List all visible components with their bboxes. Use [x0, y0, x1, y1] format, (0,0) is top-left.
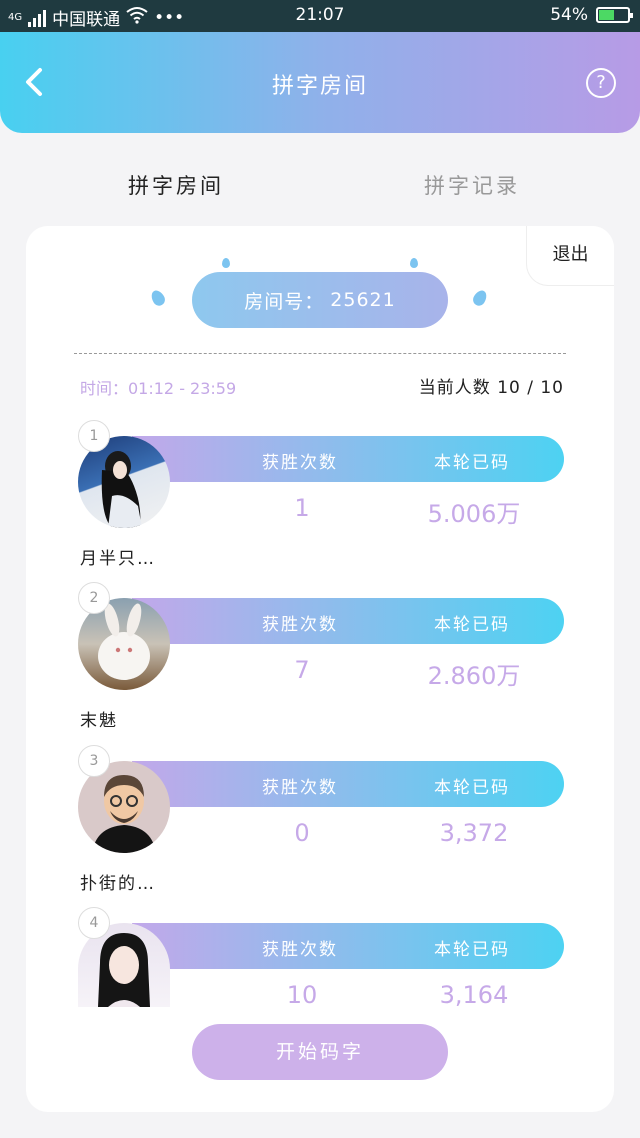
wins-header: 获胜次数: [262, 615, 338, 635]
rank-badge: 2: [78, 582, 110, 614]
player-stats-bar: 获胜次数 本轮已码: [132, 436, 564, 482]
exit-button[interactable]: 退出: [526, 226, 614, 286]
room-number-label: 房间号：: [244, 290, 325, 313]
wins-value: 10: [286, 981, 318, 1009]
header: 拼字房间 ?: [0, 32, 640, 133]
start-typing-button[interactable]: 开始码字: [192, 1024, 448, 1080]
code-header: 本轮已码: [434, 453, 510, 473]
rank-badge: 3: [78, 745, 110, 777]
battery-icon: [596, 7, 633, 23]
wins-value: 1: [294, 494, 310, 522]
player-count: 当前人数 10 / 10: [418, 378, 564, 398]
player-name: 末魅: [80, 711, 118, 731]
code-value: 3,164: [439, 981, 509, 1009]
player-name: 扑街的…: [80, 874, 156, 894]
clock: 21:07: [295, 5, 345, 25]
player-row: 获胜次数 本轮已码 4 10 3,164: [76, 907, 566, 1013]
wins-header: 获胜次数: [262, 453, 338, 473]
droplet-decoration: [148, 288, 168, 308]
divider: [74, 353, 566, 354]
rank-badge: 1: [78, 420, 110, 452]
player-row: 获胜次数 本轮已码 3 0 3,372 扑街的…: [76, 745, 566, 921]
wins-value: 7: [294, 656, 310, 684]
player-stats-bar: 获胜次数 本轮已码: [132, 598, 564, 644]
player-name: 月半只…: [80, 549, 156, 569]
battery-percent: 54%: [550, 5, 588, 25]
player-row: 获胜次数 本轮已码 1 1 5.006万 月半只…: [76, 420, 566, 596]
droplet-decoration: [410, 258, 418, 268]
room-card: 退出 房间号： 25621 时间：01:12 - 23:59 当前人数 10 /…: [26, 226, 614, 1112]
time-range: 时间：01:12 - 23:59: [80, 379, 237, 398]
droplet-decoration: [470, 288, 490, 308]
tab-room[interactable]: 拼字房间: [128, 170, 224, 200]
rank-badge: 4: [78, 907, 110, 939]
droplet-decoration: [222, 258, 230, 268]
wins-header: 获胜次数: [262, 940, 338, 960]
help-button[interactable]: ?: [586, 68, 616, 98]
code-value: 5.006万: [427, 500, 521, 528]
wins-value: 0: [294, 819, 310, 847]
wins-header: 获胜次数: [262, 778, 338, 798]
code-value: 3,372: [439, 819, 509, 847]
tab-record[interactable]: 拼字记录: [424, 170, 520, 200]
player-row: 获胜次数 本轮已码 2 7 2.860万 末魅: [76, 582, 566, 758]
room-number-badge: 房间号： 25621: [192, 272, 448, 328]
room-number: 25621: [330, 289, 396, 311]
battery-level: [599, 10, 614, 20]
player-stats-bar: 获胜次数 本轮已码: [132, 923, 564, 969]
code-header: 本轮已码: [434, 778, 510, 798]
status-right: 54%: [550, 5, 633, 25]
status-bar: 4G 中国联通 ••• 21:07 54%: [0, 0, 640, 32]
code-value: 2.860万: [427, 662, 521, 690]
player-stats-bar: 获胜次数 本轮已码: [132, 761, 564, 807]
code-header: 本轮已码: [434, 940, 510, 960]
page-title: 拼字房间: [271, 74, 368, 99]
code-header: 本轮已码: [434, 615, 510, 635]
